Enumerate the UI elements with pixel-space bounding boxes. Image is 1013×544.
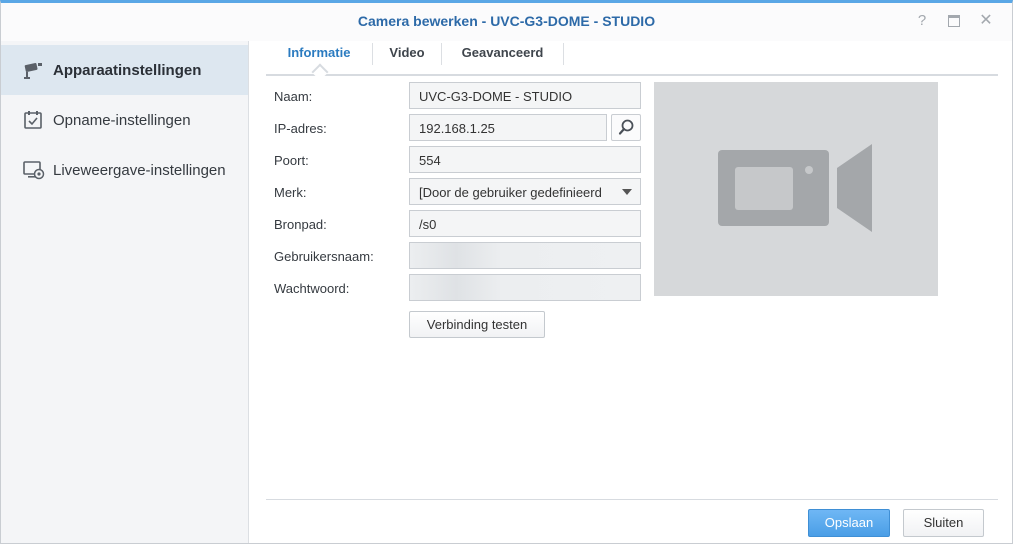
tab-advanced[interactable]: Geavanceerd: [442, 41, 563, 71]
sidebar: Apparaatinstellingen Opname-instellingen: [1, 41, 249, 543]
brand-select-value: [Door de gebruiker gedefinieerd: [419, 185, 602, 200]
footer-divider: [266, 499, 998, 500]
chevron-down-icon: [622, 189, 632, 195]
camera-preview: [654, 82, 938, 296]
dialog-title: Camera bewerken - UVC-G3-DOME - STUDIO: [357, 13, 656, 29]
sidebar-item-recording-settings[interactable]: Opname-instellingen: [1, 95, 248, 145]
title-bar: Camera bewerken - UVC-G3-DOME - STUDIO ?…: [1, 3, 1012, 41]
name-field[interactable]: UVC-G3-DOME - STUDIO: [409, 82, 641, 109]
sidebar-item-liveview-settings[interactable]: Liveweergave-instellingen: [1, 145, 248, 195]
monitor-eye-icon: [23, 160, 45, 180]
sidebar-item-device-settings[interactable]: Apparaatinstellingen: [1, 45, 248, 95]
camera-edit-dialog: Camera bewerken - UVC-G3-DOME - STUDIO ?…: [0, 0, 1013, 544]
test-connection-button[interactable]: Verbinding testen: [409, 311, 545, 338]
password-field[interactable]: [409, 274, 641, 301]
video-camera-icon: [718, 144, 872, 232]
username-label: Gebruikersnaam:: [274, 249, 374, 264]
tab-divider: [563, 43, 564, 65]
sidebar-item-label: Apparaatinstellingen: [53, 61, 202, 79]
tab-video[interactable]: Video: [373, 41, 441, 71]
save-button[interactable]: Opslaan: [808, 509, 890, 537]
port-label: Poort:: [274, 153, 309, 168]
camera-settings-icon: [23, 60, 45, 80]
password-label: Wachtwoord:: [274, 281, 350, 296]
ip-address-field[interactable]: 192.168.1.25: [409, 114, 607, 141]
search-icon: [618, 119, 634, 135]
close-button[interactable]: Sluiten: [903, 509, 984, 537]
maximize-icon[interactable]: [943, 10, 965, 32]
sidebar-item-label: Opname-instellingen: [53, 111, 191, 129]
brand-label: Merk:: [274, 185, 307, 200]
tab-bar: Informatie Video Geavanceerd: [266, 41, 998, 81]
calendar-check-icon: [23, 110, 45, 130]
brand-select[interactable]: [Door de gebruiker gedefinieerd: [409, 178, 641, 205]
username-field[interactable]: [409, 242, 641, 269]
sidebar-item-label: Liveweergave-instellingen: [53, 161, 226, 179]
port-field[interactable]: 554: [409, 146, 641, 173]
search-ip-button[interactable]: [611, 114, 641, 141]
name-label: Naam:: [274, 89, 313, 104]
help-icon[interactable]: ?: [911, 10, 933, 32]
source-path-label: Bronpad:: [274, 217, 327, 232]
ip-address-label: IP-adres:: [274, 121, 327, 136]
close-icon[interactable]: ✕: [975, 10, 997, 32]
source-path-field[interactable]: /s0: [409, 210, 641, 237]
